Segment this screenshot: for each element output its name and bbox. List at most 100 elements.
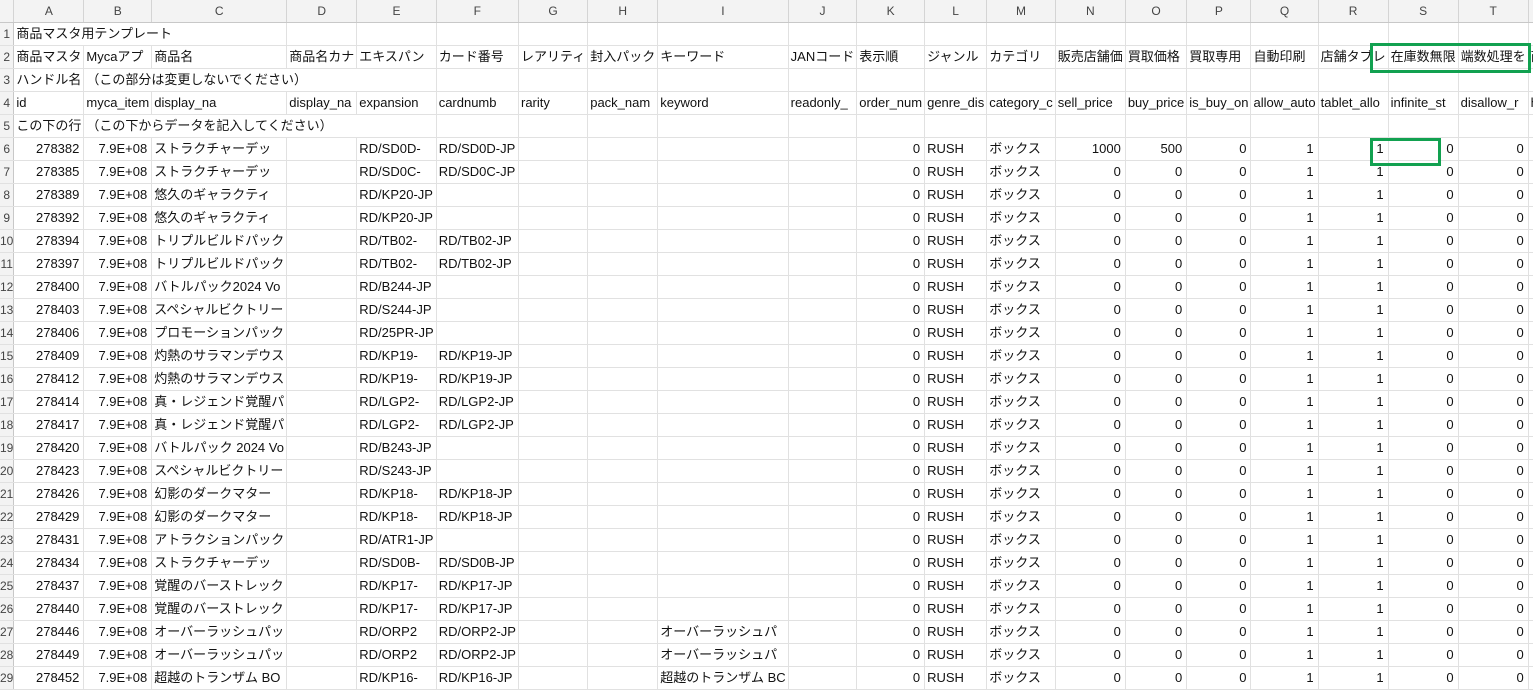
- cell-t[interactable]: 0: [1458, 643, 1529, 667]
- cell-l[interactable]: RUSH: [924, 551, 988, 575]
- cell-u[interactable]: 1: [1528, 137, 1533, 161]
- cell-u[interactable]: 0: [1528, 344, 1533, 368]
- cell-a[interactable]: 278434: [13, 551, 85, 575]
- cell-m[interactable]: ボックス: [986, 643, 1056, 667]
- cell-n[interactable]: sell_price: [1055, 91, 1126, 115]
- cell-e[interactable]: RD/SD0B-: [356, 551, 437, 575]
- cell-d[interactable]: [286, 183, 358, 207]
- cell-t[interactable]: [1458, 22, 1529, 46]
- cell-a[interactable]: 278392: [13, 206, 85, 230]
- cell-c[interactable]: トリプルビルドパック: [151, 229, 288, 253]
- cell-j[interactable]: [788, 666, 858, 690]
- cell-o[interactable]: 0: [1125, 436, 1188, 460]
- cell-k[interactable]: 0: [856, 206, 926, 230]
- cell-t[interactable]: 0: [1458, 252, 1529, 276]
- cell-t[interactable]: 0: [1458, 298, 1529, 322]
- row-header[interactable]: 19: [0, 436, 15, 460]
- cell-r[interactable]: 1: [1318, 597, 1389, 621]
- cell-p[interactable]: 0: [1186, 551, 1252, 575]
- cell-h[interactable]: pack_nam: [587, 91, 659, 115]
- cell-d[interactable]: [286, 252, 358, 276]
- cell-a[interactable]: 278394: [13, 229, 85, 253]
- cell-u[interactable]: 0: [1528, 528, 1533, 552]
- cell-a[interactable]: 278431: [13, 528, 85, 552]
- cell-l[interactable]: ジャンル: [924, 45, 988, 69]
- column-header-h[interactable]: H: [587, 0, 659, 23]
- cell-h[interactable]: [587, 574, 659, 598]
- cell-o[interactable]: 0: [1125, 252, 1188, 276]
- cell-e[interactable]: RD/KP17-: [356, 574, 437, 598]
- cell-t[interactable]: 0: [1458, 666, 1529, 690]
- cell-h[interactable]: [587, 528, 659, 552]
- cell-k[interactable]: 0: [856, 551, 926, 575]
- cell-h[interactable]: [587, 597, 659, 621]
- cell-j[interactable]: [788, 252, 858, 276]
- cell-t[interactable]: 0: [1458, 597, 1529, 621]
- cell-i[interactable]: [657, 459, 789, 483]
- cell-j[interactable]: [788, 68, 858, 92]
- cell-f[interactable]: [436, 528, 519, 552]
- cell-q[interactable]: 1: [1250, 505, 1319, 529]
- cell-o[interactable]: 買取価格: [1125, 45, 1188, 69]
- row-header[interactable]: 7: [0, 160, 15, 184]
- cell-a[interactable]: 278397: [13, 252, 85, 276]
- cell-i[interactable]: keyword: [657, 91, 789, 115]
- cell-j[interactable]: [788, 206, 858, 230]
- cell-k[interactable]: 0: [856, 160, 926, 184]
- cell-k[interactable]: 0: [856, 413, 926, 437]
- cell-s[interactable]: 0: [1388, 436, 1459, 460]
- cell-b[interactable]: 7.9E+08: [83, 160, 153, 184]
- cell-h[interactable]: [587, 436, 659, 460]
- cell-c[interactable]: 悠久のギャラクティ: [151, 206, 288, 230]
- cell-j[interactable]: [788, 528, 858, 552]
- cell-r[interactable]: 1: [1318, 643, 1389, 667]
- cell-m[interactable]: ボックス: [986, 666, 1056, 690]
- cell-g[interactable]: [518, 114, 589, 138]
- cell-a[interactable]: 278389: [13, 183, 85, 207]
- cell-u[interactable]: 0: [1528, 666, 1533, 690]
- cell-i[interactable]: [657, 528, 789, 552]
- cell-u[interactable]: 0: [1528, 275, 1533, 299]
- cell-p[interactable]: 0: [1186, 183, 1252, 207]
- cell-s[interactable]: [1388, 22, 1459, 46]
- cell-s[interactable]: 0: [1388, 551, 1459, 575]
- cell-c[interactable]: スペシャルビクトリー: [151, 459, 288, 483]
- cell-n[interactable]: [1055, 68, 1126, 92]
- cell-i[interactable]: [657, 597, 789, 621]
- cell-j[interactable]: [788, 367, 858, 391]
- cell-b[interactable]: 7.9E+08: [83, 390, 153, 414]
- cell-q[interactable]: 1: [1250, 321, 1319, 345]
- cell-m[interactable]: ボックス: [986, 206, 1056, 230]
- cell-m[interactable]: [986, 68, 1056, 92]
- cell-r[interactable]: 1: [1318, 551, 1389, 575]
- row-header[interactable]: 10: [0, 229, 15, 253]
- cell-s[interactable]: 0: [1388, 183, 1459, 207]
- cell-r[interactable]: 1: [1318, 666, 1389, 690]
- cell-r[interactable]: 1: [1318, 620, 1389, 644]
- column-header-r[interactable]: R: [1318, 0, 1389, 23]
- cell-g[interactable]: [518, 436, 589, 460]
- cell-c[interactable]: アトラクションパック: [151, 528, 288, 552]
- cell-f[interactable]: RD/LGP2-JP: [436, 390, 519, 414]
- cell-q[interactable]: [1250, 114, 1319, 138]
- cell-s[interactable]: 0: [1388, 574, 1459, 598]
- cell-d[interactable]: 商品名カナ: [286, 45, 358, 69]
- cell-l[interactable]: [924, 114, 988, 138]
- cell-p[interactable]: 0: [1186, 229, 1252, 253]
- cell-k[interactable]: 0: [856, 482, 926, 506]
- cell-o[interactable]: 0: [1125, 321, 1188, 345]
- cell-p[interactable]: 0: [1186, 505, 1252, 529]
- cell-i[interactable]: 超越のトランザム BC: [657, 666, 789, 690]
- cell-t[interactable]: [1458, 68, 1529, 92]
- cell-h[interactable]: [587, 229, 659, 253]
- cell-l[interactable]: genre_dis: [924, 91, 988, 115]
- cell-l[interactable]: RUSH: [924, 482, 988, 506]
- cell-k[interactable]: [856, 68, 926, 92]
- cell-t[interactable]: 0: [1458, 505, 1529, 529]
- cell-n[interactable]: 0: [1055, 298, 1126, 322]
- cell-n[interactable]: 販売店舗価: [1055, 45, 1126, 69]
- cell-a[interactable]: 278437: [13, 574, 85, 598]
- cell-s[interactable]: 0: [1388, 252, 1459, 276]
- cell-t[interactable]: 0: [1458, 413, 1529, 437]
- cell-g[interactable]: [518, 528, 589, 552]
